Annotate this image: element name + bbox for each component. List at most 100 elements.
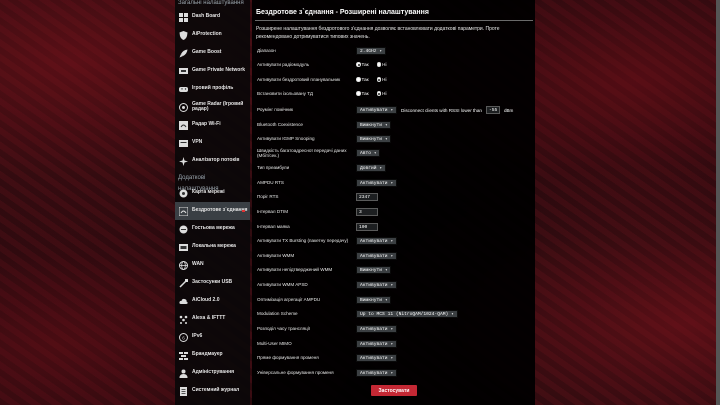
sidebar-item-label: VPN [192,139,203,146]
radio-dot [376,77,382,82]
ampdu-agg-select[interactable]: Вимкнути ▾ [356,296,392,304]
beacon-label: Інтервал маяка [257,224,290,230]
explicit-bf-value: Активувати [360,355,388,361]
rocket-icon [178,48,188,58]
sidebar-item-label: Гостьова мережа [192,225,235,232]
chevron-down-icon: ▾ [385,124,388,128]
radio-enable-label: Активувати радіомодуль [257,62,310,67]
sidebar-item-label: Аналізатор потоків [192,157,240,164]
main-panel: Бездротове з`єднання - Розширені налашту… [252,0,535,405]
sidebar-item-vpn[interactable]: VPN [175,134,250,152]
sidebar-item-label: Game Boost [192,49,222,56]
sidebar-item-game-radar[interactable]: Game Radar (Ігровий радар) [175,98,250,116]
band-select[interactable]: 2.4GHz ▾ [356,47,386,55]
row-ap-isolated: Встановити ізольовану ТД Так Ні [257,91,533,96]
mu-mimo-select[interactable]: Активувати ▾ [356,340,397,348]
sidebar-item-wireless[interactable]: Бездротове з`єднання [175,202,250,220]
lan-icon [178,242,188,252]
ampdu-rts-select[interactable]: Активувати ▾ [356,179,397,187]
multicast-rate-label: Швидкість багатоадресної передачі даних … [257,148,347,159]
ap-isolated-label: Встановити ізольовану ТД [257,91,313,96]
globe-icon [178,188,188,198]
apply-button[interactable]: Застосувати [371,385,417,396]
chevron-down-icon: ▾ [390,109,393,113]
explicit-bf-select[interactable]: Активувати ▾ [356,354,397,362]
tx-bursting-select[interactable]: Активувати ▾ [356,237,397,245]
row-beacon: Інтервал маяка 100 [257,223,533,231]
sidebar-item-dashboard[interactable]: Dash Board [175,8,250,26]
wireless-schedule-yes[interactable]: Так [356,77,369,82]
wireless-schedule-no[interactable]: Ні [376,77,387,82]
page-scrollbar[interactable] [716,0,720,405]
airtime-label: Розподіл часу трансляції [257,326,311,332]
universal-bf-select[interactable]: Активувати ▾ [356,369,397,377]
sidebar-item-ipv6[interactable]: 6 IPv6 [175,328,250,346]
radio-no-label: Ні [382,91,387,97]
roaming-select[interactable]: Активувати ▾ [356,106,397,114]
sidebar-section-advanced: Додаткові налаштування [178,175,219,192]
wmm-select[interactable]: Активувати ▾ [356,252,397,260]
sidebar-item-lan[interactable]: Локальна мережа [175,238,250,256]
radio-yes-label: Так [361,77,369,83]
sidebar-item-traffic-analyzer[interactable]: Аналізатор потоків [175,152,250,170]
chevron-down-icon: ▾ [385,269,388,273]
airtime-value: Активувати [360,326,388,332]
wmm-noack-select[interactable]: Вимкнути ▾ [356,266,392,274]
sidebar-item-usb-apps[interactable]: Застосунки USB [175,274,250,292]
sidebar-item-label: Системний журнал [192,387,240,394]
sidebar-item-game-boost[interactable]: Game Boost [175,44,250,62]
dtim-input[interactable]: 3 [356,208,378,216]
rssi-input[interactable]: -55 [485,106,500,114]
multicast-rate-select[interactable]: Авто ▾ [356,149,381,158]
sidebar-item-alexa-ifttt[interactable]: Alexa & IFTTT [175,310,250,328]
row-rts-threshold: Поріг RTS 2347 [257,193,533,201]
usb-icon [178,278,188,288]
sidebar-item-wan[interactable]: WAN [175,256,250,274]
chevron-down-icon: ▾ [390,343,393,347]
modulation-select[interactable]: Up to MCS 11 (NitroQAM/1024-QAM) ▾ [356,310,458,318]
radio-enable-yes[interactable]: Так [356,62,369,67]
log-icon [178,386,188,396]
sidebar-item-label: Ігровий профіль [192,85,234,92]
sidebar-item-game-profile[interactable]: Ігровий профіль [175,80,250,98]
rts-threshold-input[interactable]: 2347 [356,193,378,201]
airtime-select[interactable]: Активувати ▾ [356,325,397,333]
bt-coexistence-select[interactable]: Вимкнути ▾ [356,121,392,129]
row-mu-mimo: Multi-User MIMO Активувати ▾ [257,340,533,348]
sidebar-item-administration[interactable]: Адміністрування [175,364,250,382]
chevron-down-icon: ▾ [390,255,393,259]
preamble-select[interactable]: Довгий ▾ [356,164,386,172]
wmm-apsd-select[interactable]: Активувати ▾ [356,281,397,289]
chevron-down-icon: ▾ [379,50,382,54]
chevron-down-icon: ▾ [379,167,382,171]
beacon-input[interactable]: 100 [356,223,378,231]
sidebar-item-network-map[interactable]: Карта мережі [175,184,250,202]
chevron-down-icon: ▾ [390,240,393,244]
sidebar-item-aicloud[interactable]: AiCloud 2.0 [175,292,250,310]
analyzer-icon [178,156,188,166]
ap-isolated-yes[interactable]: Так [356,91,369,96]
sidebar-item-firewall[interactable]: Брандмауер [175,346,250,364]
radio-enable-no[interactable]: Ні [376,62,387,67]
row-wmm-apsd: Активувати WMM APSD Активувати ▾ [257,281,533,289]
radar-icon [178,102,188,112]
igmp-label: Активувати IGMP Snooping [257,136,315,142]
sidebar-item-guest-network[interactable]: Гостьова мережа [175,220,250,238]
wmm-noack-label: Активувати непідтверджений WMM [257,267,333,273]
rssi-unit: dBm [503,107,514,113]
sidebar-item-system-log[interactable]: Системний журнал [175,382,250,400]
sidebar-item-wifi-radar[interactable]: Радар Wi-Fi [175,116,250,134]
vpn-icon [178,138,188,148]
sidebar-item-game-private-network[interactable]: Game Private Network [175,62,250,80]
sidebar-item-label: WAN [192,261,204,268]
sidebar-item-label: Брандмауер [192,351,223,358]
sidebar-item-label: Бездротове з`єднання [192,207,248,214]
row-dtim: Інтервал DTIM 3 [257,208,533,216]
scrollbar-thumb[interactable] [716,0,720,405]
roaming-label: Роумінг помічник [257,107,294,113]
ap-isolated-no[interactable]: Ні [376,91,387,97]
igmp-select[interactable]: Вимкнути ▾ [356,135,392,143]
sidebar-item-label: Alexa & IFTTT [192,315,226,322]
sidebar-item-aiprotection[interactable]: AiProtection [175,26,250,44]
ampdu-rts-label: AMPDU RTS [257,180,284,186]
